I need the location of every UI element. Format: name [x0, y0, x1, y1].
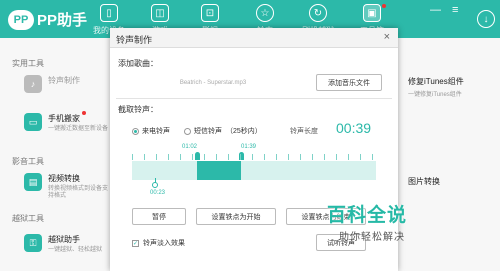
section-jailbreak: 越狱工具	[12, 214, 44, 223]
divider	[116, 98, 392, 99]
tool-phone-move[interactable]: ▭ 手机搬家 一键搬迁数据至新设备	[24, 113, 108, 133]
tool-image-convert[interactable]: 图片转换	[408, 176, 440, 187]
key-icon: ⚿	[24, 234, 42, 252]
set-start-button[interactable]: 设置铁点为开始	[196, 208, 276, 225]
section-utilities: 实用工具	[12, 59, 44, 68]
new-dot	[82, 111, 86, 115]
bell-icon: ♪	[24, 75, 42, 93]
watermark-main: 百科全说	[327, 204, 408, 226]
star-icon: ☆	[256, 4, 274, 22]
radio-selected-indicator	[132, 127, 139, 135]
tool-jailbreak-assistant[interactable]: ⚿ 越狱助手 一键越狱、轻松越狱	[24, 234, 108, 254]
tool-ringtone-maker[interactable]: ♪ 铃声制作	[24, 75, 80, 93]
close-icon[interactable]: ×	[384, 31, 390, 43]
sidebar: 实用工具 ♪ 铃声制作 ▭ 手机搬家 一键搬迁数据至新设备 影音工具 ▤ 视频转…	[0, 38, 110, 271]
waveform-track[interactable]	[132, 161, 376, 180]
playhead-handle[interactable]	[152, 182, 158, 188]
cut-ringtone-label: 截取铃声：	[118, 105, 158, 114]
film-icon: ▤	[24, 173, 42, 191]
phone-move-icon: ▭	[24, 113, 42, 131]
start-time-label: 01:02	[182, 144, 198, 150]
radio-indicator	[184, 127, 191, 135]
watermark: 百科全说 助你轻松解决	[327, 200, 482, 245]
gamepad-icon: ⊡	[201, 4, 219, 22]
watermark-sub: 助你轻松解决	[339, 232, 405, 243]
song-file-name: Beatrich - Superstar.mp3	[179, 80, 247, 86]
download-icon[interactable]: ↓	[477, 10, 495, 28]
radio-sms-ringtone[interactable]: 短信铃声 （25秒内）	[184, 126, 262, 136]
section-media: 影音工具	[12, 157, 44, 166]
selected-range[interactable]	[197, 161, 241, 180]
toolbox-icon: ▣	[363, 4, 381, 22]
tool-fix-itunes[interactable]: 修复iTunes组件 一键修复iTunes组件	[408, 76, 464, 98]
minimize-button[interactable]: —	[430, 4, 441, 16]
fade-in-checkbox[interactable]: ✓ 铃声淡入效果	[132, 238, 185, 248]
app-logo[interactable]: PP PP助手	[8, 9, 87, 30]
logo-badge: PP	[8, 9, 34, 30]
dialog-header: 铃声制作 ×	[110, 28, 398, 48]
dialog-title: 铃声制作	[116, 35, 153, 45]
menu-button[interactable]: ≡	[452, 4, 458, 16]
logo-text: PP助手	[37, 12, 88, 29]
timeline-ticks	[132, 154, 376, 160]
ringtone-length-label: 铃声长度	[290, 128, 318, 135]
tool-video-convert[interactable]: ▤ 视频转换 转换视频格式到设备支持格式	[24, 173, 108, 200]
end-time-label: 01:39	[241, 144, 257, 150]
pause-button[interactable]: 暂停	[132, 208, 186, 225]
checkbox-check-icon: ✓	[132, 239, 139, 247]
add-song-label: 添加歌曲：	[118, 59, 158, 68]
add-music-button[interactable]: 添加音乐文件	[316, 74, 382, 91]
refresh-icon: ↻	[309, 4, 327, 22]
radio-call-ringtone[interactable]: 来电铃声	[132, 126, 170, 136]
notification-dot	[382, 4, 386, 8]
playhead-time: 00:23	[150, 190, 166, 196]
bag-icon: ◫	[151, 4, 169, 22]
ringtone-length-value: 00:39	[336, 120, 372, 136]
phone-icon: ▯	[100, 4, 118, 22]
